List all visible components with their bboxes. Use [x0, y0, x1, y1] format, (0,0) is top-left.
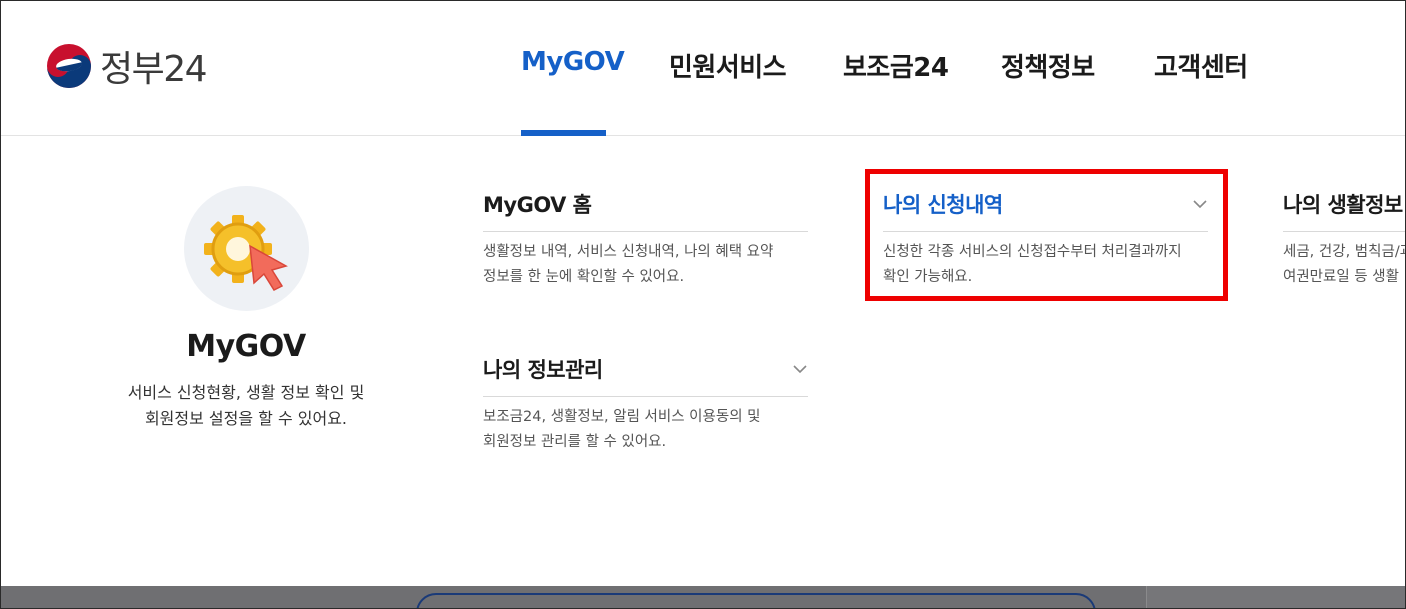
intro-title: MyGOV: [186, 329, 306, 364]
menu-title: MyGOV 홈: [483, 193, 592, 217]
nav-civil-service[interactable]: 민원서비스: [669, 47, 787, 84]
chevron-down-icon: [793, 365, 807, 374]
intro-desc-line: 회원정보 설정을 할 수 있어요.: [144, 409, 348, 428]
menu-mygov-home: MyGOV 홈 생활정보 내역, 서비스 신청내역, 나의 혜택 요약 정보를 …: [483, 189, 808, 290]
nav-mygov[interactable]: MyGOV: [521, 47, 625, 77]
site-header: 정부24 MyGOV 민원서비스 보조금24 정책정보 고객센터: [1, 1, 1405, 136]
intro-description: 서비스 신청현황, 생활 정보 확인 및 회원정보 설정을 할 수 있어요.: [116, 380, 376, 432]
menu-title: 나의 정보관리: [483, 358, 603, 382]
menu-desc-line: 보조금24, 생활정보, 알림 서비스 이용동의 및: [483, 409, 761, 425]
menu-my-life-info-link[interactable]: 나의 생활정보: [1283, 189, 1405, 232]
intro-desc-line: 서비스 신청현황, 생활 정보 확인 및: [127, 383, 365, 402]
nav-customer-center[interactable]: 고객센터: [1154, 47, 1248, 84]
menu-description: 세금, 건강, 범칙금/과 여권만료일 등 생활: [1283, 240, 1406, 290]
menu-description: 보조금24, 생활정보, 알림 서비스 이용동의 및 회원정보 관리를 할 수 …: [483, 405, 808, 455]
menu-my-life-info: 나의 생활정보 세금, 건강, 범칙금/과 여권만료일 등 생활: [1283, 189, 1406, 290]
menu-mygov-home-link[interactable]: MyGOV 홈: [483, 189, 808, 232]
mygov-intro: MyGOV 서비스 신청현황, 생활 정보 확인 및 회원정보 설정을 할 수 …: [116, 186, 376, 432]
menu-desc-line: 여권만료일 등 생활: [1283, 269, 1399, 285]
search-bar-outline[interactable]: [416, 593, 1096, 608]
menu-description: 생활정보 내역, 서비스 신청내역, 나의 혜택 요약 정보를 한 눈에 확인할…: [483, 240, 808, 290]
logo-text: 정부24: [100, 49, 208, 90]
highlight-box: [865, 169, 1228, 301]
menu-desc-line: 정보를 한 눈에 확인할 수 있어요.: [483, 269, 685, 285]
nav-active-indicator: [521, 130, 606, 136]
intro-icon-circle: [183, 186, 309, 311]
gear-cursor-icon: [203, 215, 288, 291]
menu-desc-line: 회원정보 관리를 할 수 있어요.: [483, 434, 667, 450]
nav-policy-info[interactable]: 정책정보: [1001, 47, 1095, 84]
nav-subsidy24[interactable]: 보조금24: [843, 47, 949, 84]
page-overlay-bottom-right: [1146, 586, 1405, 608]
taegeuk-logo-icon: [47, 44, 91, 88]
menu-desc-line: 생활정보 내역, 서비스 신청내역, 나의 혜택 요약: [483, 244, 774, 260]
site-logo[interactable]: 정부24: [46, 43, 208, 90]
browser-frame: 정부24 MyGOV 민원서비스 보조금24 정책정보 고객센터 MyGOV 서…: [0, 0, 1406, 609]
menu-desc-line: 세금, 건강, 범칙금/과: [1283, 244, 1406, 260]
menu-title: 나의 생활정보: [1283, 193, 1403, 217]
menu-my-info-management-link[interactable]: 나의 정보관리: [483, 354, 808, 397]
menu-my-info-management: 나의 정보관리 보조금24, 생활정보, 알림 서비스 이용동의 및 회원정보 …: [483, 354, 808, 455]
